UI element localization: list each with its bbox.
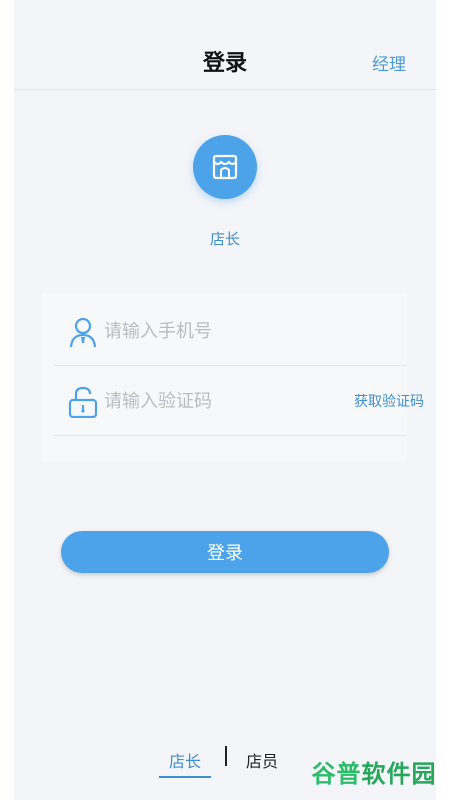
code-input[interactable] [104, 384, 304, 418]
phone-field [54, 296, 407, 366]
tab-store-manager[interactable]: 店长 [159, 748, 211, 778]
watermark-part2: 软件园 [361, 759, 437, 788]
site-watermark: 谷普 软件园 [306, 750, 442, 792]
login-button[interactable]: 登录 [61, 531, 389, 573]
tab-label: 店员 [246, 752, 279, 771]
user-icon [69, 317, 97, 348]
manager-link[interactable]: 经理 [372, 50, 406, 75]
app-screen: 登录 经理 店长 获取验证码 [14, 0, 436, 800]
phone-input[interactable] [104, 314, 304, 348]
tab-clerk[interactable]: 店员 [246, 748, 278, 772]
tab-divider [225, 746, 227, 766]
store-icon [212, 154, 238, 180]
role-label: 店长 [209, 230, 240, 248]
nav-bar: 登录 经理 [14, 30, 436, 90]
code-field: 获取验证码 [54, 366, 424, 436]
login-form: 获取验证码 [42, 293, 424, 461]
watermark-part1: 谷普 [311, 759, 362, 788]
tab-label: 店长 [169, 752, 202, 771]
role-avatar [193, 135, 257, 199]
unlock-icon [68, 386, 98, 418]
get-code-button[interactable]: 获取验证码 [354, 391, 424, 411]
active-tab-indicator [159, 776, 211, 778]
